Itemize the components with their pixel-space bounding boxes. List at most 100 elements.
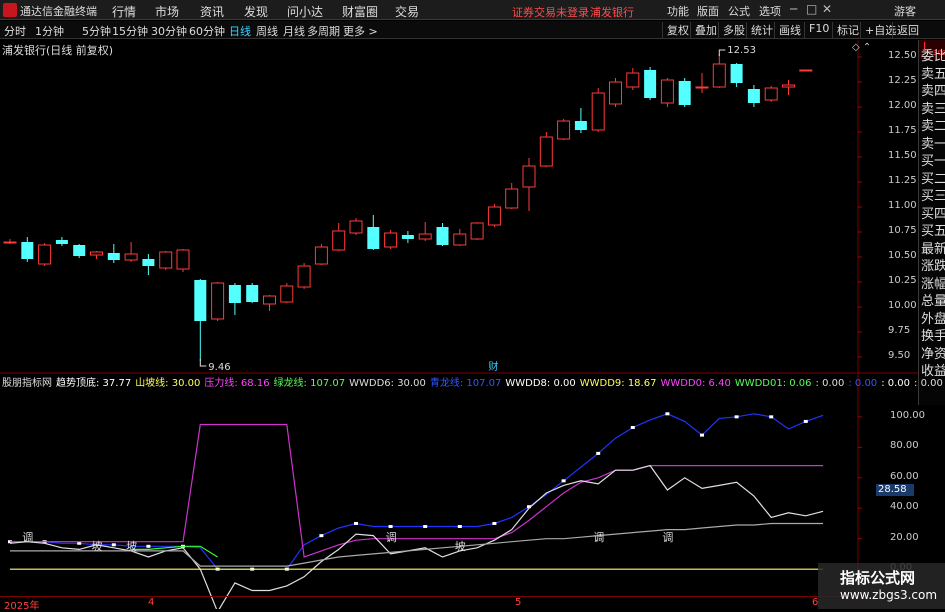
candle bbox=[487, 204, 501, 227]
indicator-line-趋势顶底 bbox=[9, 464, 824, 609]
indicator-signal-label: 坡 bbox=[126, 540, 137, 553]
chart-canvas[interactable]: 12.53 9.46 财调坡 坡 调坡 调 调 bbox=[0, 0, 945, 609]
date-axis: 2025年 4 5 6 bbox=[0, 596, 860, 612]
candle-body bbox=[349, 220, 363, 234]
candle-body bbox=[782, 84, 795, 88]
indicator-signal-label: 坡 bbox=[92, 540, 103, 553]
candle bbox=[418, 222, 432, 241]
side-panel-item[interactable]: 买五 bbox=[921, 220, 945, 239]
candle-body bbox=[574, 121, 587, 130]
side-panel-item[interactable]: 卖一 bbox=[921, 133, 945, 152]
candle bbox=[280, 283, 294, 303]
side-panel-item[interactable]: 换手 bbox=[921, 325, 945, 344]
date-label: 2025年 bbox=[4, 601, 40, 612]
indicator-header-item: WWDD8: 0.00 bbox=[505, 378, 576, 389]
candle bbox=[228, 283, 241, 315]
candle-body bbox=[280, 285, 294, 303]
side-panel-item[interactable]: 净资 bbox=[921, 343, 945, 362]
indicator-dot bbox=[700, 433, 704, 437]
side-panel-item[interactable]: 外盘 bbox=[921, 308, 945, 327]
side-panel-item[interactable]: 买四 bbox=[921, 203, 945, 222]
indicator-dot bbox=[146, 544, 151, 548]
candle-body bbox=[678, 81, 691, 105]
price-tick-label: 12.25 bbox=[888, 75, 917, 86]
main-chart-title: 浦发银行(日线 前复权) bbox=[2, 44, 114, 57]
price-tick-label: 11.00 bbox=[888, 200, 917, 211]
candle bbox=[332, 223, 346, 251]
price-tick-label: 11.75 bbox=[888, 125, 917, 136]
candle-body bbox=[228, 285, 241, 303]
candle-body bbox=[539, 136, 553, 167]
candle bbox=[730, 63, 743, 87]
indicator-signal-label: 坡 bbox=[455, 540, 466, 553]
side-panel-item[interactable]: 委比 bbox=[921, 45, 945, 64]
indicator-dot bbox=[319, 534, 324, 538]
side-panel-item[interactable]: 买一 bbox=[921, 150, 945, 169]
candle-body bbox=[557, 120, 571, 140]
side-panel-item[interactable]: 总量 bbox=[921, 290, 945, 309]
side-panel-item[interactable]: 涨幅 bbox=[921, 273, 945, 292]
price-tick-label: 9.75 bbox=[888, 325, 911, 336]
candle bbox=[644, 67, 657, 100]
watermark-title: 指标公式网 bbox=[840, 569, 916, 587]
indicator-header-item: WWDD9: 18.67 bbox=[579, 378, 657, 389]
candle bbox=[712, 54, 726, 88]
indicator-header-item: WWDD01: 0.06 bbox=[734, 378, 812, 389]
side-panel-item[interactable]: 涨跌 bbox=[921, 255, 945, 274]
indicator-line-压力线 bbox=[10, 423, 824, 558]
side-panel-item[interactable]: 卖四 bbox=[921, 80, 945, 99]
candle-body bbox=[644, 70, 657, 98]
candle-body bbox=[176, 249, 190, 270]
price-tick-label: 12.00 bbox=[888, 100, 917, 111]
candle-body bbox=[747, 89, 760, 103]
candle bbox=[21, 237, 34, 262]
candle-body bbox=[660, 79, 674, 104]
candle-body bbox=[487, 206, 501, 226]
price-tick-label: 12.50 bbox=[888, 50, 917, 61]
candle-body bbox=[142, 259, 155, 266]
indicator-tick-label: 80.00 bbox=[890, 440, 919, 452]
side-panel-item[interactable]: 买二 bbox=[921, 168, 945, 187]
candle-body bbox=[73, 245, 86, 256]
candle-body bbox=[124, 253, 138, 261]
indicator-dot bbox=[803, 419, 808, 423]
candle bbox=[159, 251, 173, 270]
candle bbox=[609, 78, 622, 107]
candle-body bbox=[695, 86, 709, 89]
indicator-header-item: 趋势顶底: 37.77 bbox=[56, 378, 132, 389]
candle-body bbox=[505, 188, 519, 209]
candle-body bbox=[314, 246, 328, 265]
indicator-tick-label: 40.00 bbox=[890, 501, 919, 513]
indicator-header: 股朋指标网 趋势顶底: 37.77 山坡线: 30.00 压力线: 68.16 绿龙线:… bbox=[2, 374, 945, 389]
candle bbox=[107, 244, 120, 263]
indicator-header-item: 绿龙线: 107.07 bbox=[273, 378, 346, 389]
watermark-url: www.zbgs3.com bbox=[840, 588, 938, 602]
side-panel-item[interactable]: 卖五 bbox=[921, 63, 945, 82]
indicator-header-item: 青龙线: 107.07 bbox=[429, 378, 502, 389]
candle bbox=[782, 80, 795, 95]
candle-body bbox=[332, 230, 346, 251]
indicator-dot bbox=[561, 479, 566, 483]
side-panel-item[interactable]: 卖三 bbox=[921, 98, 945, 117]
indicator-signal-label: 调 bbox=[593, 531, 604, 544]
candle bbox=[194, 279, 207, 361]
candle bbox=[591, 88, 605, 132]
candle bbox=[436, 223, 449, 246]
indicator-tick-label: 20.00 bbox=[890, 531, 919, 543]
candle-body bbox=[453, 233, 467, 246]
indicator-header-item: 股朋指标网 bbox=[2, 378, 52, 389]
indicator-dot bbox=[665, 412, 670, 416]
candle-body bbox=[194, 280, 207, 321]
candle-body bbox=[626, 72, 640, 88]
candle-body bbox=[522, 165, 536, 188]
candle-body bbox=[609, 81, 622, 105]
side-panel-item[interactable]: 买三 bbox=[921, 185, 945, 204]
candle-body bbox=[90, 251, 103, 256]
side-panel-item[interactable]: 卖二 bbox=[921, 115, 945, 134]
candle bbox=[211, 282, 225, 321]
side-panel-item[interactable]: 最新 bbox=[921, 238, 945, 257]
indicator-signal-label: 调 bbox=[386, 531, 397, 544]
candle bbox=[55, 237, 68, 246]
indicator-dot bbox=[423, 525, 428, 529]
candle bbox=[263, 295, 276, 311]
